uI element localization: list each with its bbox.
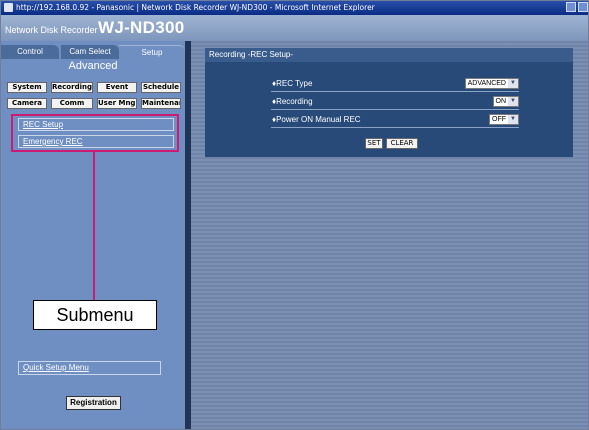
window-title: http://192.168.0.92 - Panasonic | Networ… [16,3,375,12]
title-bar: http://192.168.0.92 - Panasonic | Networ… [1,1,588,15]
submenu-item-rec-setup[interactable]: REC Setup [18,118,174,131]
ie-icon [4,3,13,12]
registration-button[interactable]: Registration [66,396,121,410]
clear-button[interactable]: CLEAR [386,138,418,149]
section-title: Advanced [68,60,118,72]
callout-line [93,152,95,300]
recording-label: ♦Recording [272,97,313,106]
panel-title: Recording -REC Setup- [209,50,294,59]
tab-row: Control Cam Select Setup [1,45,185,60]
power-on-manual-rec-value: OFF [492,116,506,123]
left-pane: Control Cam Select Setup Advanced System… [1,41,185,429]
setting-row-rec-type: ♦REC Type ADVANCED ▼ [271,77,519,92]
product-name: WJ-ND300 [98,18,185,37]
maintenance-button[interactable]: Maintenance [141,98,181,109]
recording-button[interactable]: Recording [51,82,93,93]
chevron-down-icon[interactable]: ▼ [508,97,518,106]
user-mng-button[interactable]: User Mng. [97,98,137,109]
product-prefix: Network Disk Recorder [5,25,98,35]
setting-row-recording: ♦Recording ON ▼ [271,95,519,110]
power-on-manual-rec-select[interactable]: OFF ▼ [489,114,519,125]
settings-panel: Recording -REC Setup- ♦REC Type ADVANCED… [205,48,573,157]
browser-window: http://192.168.0.92 - Panasonic | Networ… [0,0,589,430]
setting-row-power-on-manual-rec: ♦Power ON Manual REC OFF ▼ [271,113,519,128]
camera-button[interactable]: Camera [7,98,47,109]
system-button[interactable]: System [7,82,47,93]
product-header: Network Disk Recorder WJ-ND300 [1,15,588,41]
quick-setup-menu-link[interactable]: Quick Setup Menu [18,361,161,375]
comm-button[interactable]: Comm [51,98,93,109]
tab-setup[interactable]: Setup [119,45,185,60]
set-button[interactable]: SET [365,138,383,149]
rec-type-value: ADVANCED [467,80,506,87]
power-on-manual-rec-label: ♦Power ON Manual REC [272,115,361,124]
event-button[interactable]: Event [97,82,137,93]
panel-title-bar: Recording -REC Setup- [205,48,573,62]
chevron-down-icon[interactable]: ▼ [508,79,518,88]
schedule-button[interactable]: Schedule [141,82,181,93]
rec-type-select[interactable]: ADVANCED ▼ [464,78,519,89]
tab-control[interactable]: Control [1,45,59,59]
chevron-down-icon[interactable]: ▼ [508,115,518,124]
recording-select[interactable]: ON ▼ [492,96,519,107]
submenu-callout: Submenu [33,300,157,330]
minimize-icon[interactable] [566,2,576,12]
rec-type-label: ♦REC Type [272,79,313,88]
right-pane: Recording -REC Setup- ♦REC Type ADVANCED… [191,41,588,429]
submenu-item-emergency-rec[interactable]: Emergency REC [18,135,174,148]
recording-value: ON [495,98,507,105]
tab-cam-select[interactable]: Cam Select [61,45,119,59]
maximize-icon[interactable] [578,2,588,12]
